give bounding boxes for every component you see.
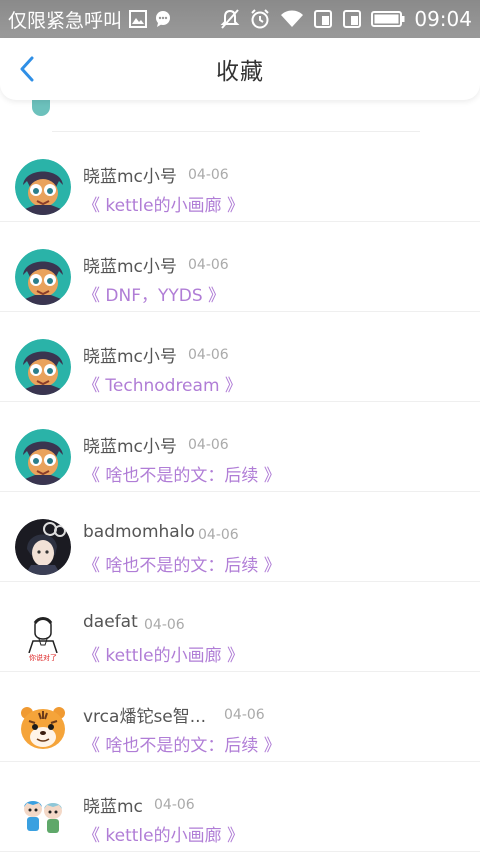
item-date: 04-06 <box>198 527 239 543</box>
list-item[interactable]: vrca燔铊se智... 04-06 《 啥也不是的文：后续 》 <box>0 672 480 762</box>
user-name[interactable]: 晓蓝mc小号 <box>83 252 177 277</box>
avatar[interactable] <box>15 699 71 755</box>
item-date: 04-06 <box>144 617 185 633</box>
battery-icon <box>371 10 405 28</box>
avatar[interactable] <box>15 519 71 575</box>
list-item[interactable]: 晓蓝mc 04-06 《 kettle的小画廊 》 <box>0 762 480 852</box>
collection-link[interactable]: 《 啥也不是的文：后续 》 <box>83 551 281 576</box>
item-date: 04-06 <box>188 347 229 363</box>
divider <box>0 851 480 852</box>
item-date: 04-06 <box>224 707 265 723</box>
user-name[interactable]: 晓蓝mc <box>83 792 143 817</box>
user-name[interactable]: 晓蓝mc小号 <box>83 432 177 457</box>
collection-link[interactable]: 《 kettle的小画廊 》 <box>83 821 244 846</box>
list-item[interactable]: 晓蓝mc小号 04-06 《 啥也不是的文：后续 》 <box>0 402 480 492</box>
wifi-icon <box>280 9 304 29</box>
list-item[interactable]: 晓蓝mc小号 04-06 《 DNF，YYDS 》 <box>0 222 480 312</box>
partial-avatar <box>32 100 50 116</box>
list-item[interactable]: 你说对了 daefat 04-06 《 kettle的小画廊 》 <box>0 582 480 672</box>
list-item[interactable]: 晓蓝mc小号 04-06 《 kettle的小画廊 》 <box>0 132 480 222</box>
avatar[interactable] <box>15 789 71 845</box>
header: 收藏 <box>0 38 480 100</box>
collection-link[interactable]: 《 kettle的小画廊 》 <box>83 641 244 666</box>
partial-list-item <box>0 100 480 132</box>
sim1-icon <box>313 9 333 29</box>
collection-link[interactable]: 《 啥也不是的文：后续 》 <box>83 731 281 756</box>
chevron-left-icon <box>20 56 34 82</box>
user-name[interactable]: 晓蓝mc小号 <box>83 342 177 367</box>
back-button[interactable] <box>12 54 42 84</box>
mute-icon <box>220 8 240 30</box>
avatar[interactable] <box>15 249 71 305</box>
avatar[interactable]: 你说对了 <box>15 609 71 665</box>
item-date: 04-06 <box>154 797 195 813</box>
alarm-icon <box>249 8 271 30</box>
status-bar: 仅限紧急呼叫 09:04 <box>0 0 480 38</box>
svg-text:你说对了: 你说对了 <box>29 653 57 662</box>
avatar[interactable] <box>15 429 71 485</box>
user-name[interactable]: badmomhalo <box>83 522 195 542</box>
collection-link[interactable]: 《 kettle的小画廊 》 <box>83 191 244 216</box>
list-item[interactable]: 晓蓝mc小号 04-06 《 Technodream 》 <box>0 312 480 402</box>
favorites-list[interactable]: 晓蓝mc小号 04-06 《 kettle的小画廊 》 晓蓝mc小号 04-06… <box>0 100 480 854</box>
image-icon <box>128 9 148 29</box>
user-name[interactable]: daefat <box>83 612 138 632</box>
page-title: 收藏 <box>216 59 264 85</box>
user-name[interactable]: vrca燔铊se智... <box>83 702 206 727</box>
avatar[interactable] <box>15 339 71 395</box>
item-date: 04-06 <box>188 257 229 273</box>
collection-link[interactable]: 《 DNF，YYDS 》 <box>83 281 225 306</box>
chat-icon <box>154 9 174 29</box>
user-name[interactable]: 晓蓝mc小号 <box>83 162 177 187</box>
item-date: 04-06 <box>188 437 229 453</box>
collection-link[interactable]: 《 Technodream 》 <box>83 371 242 396</box>
list-item[interactable]: badmomhalo 04-06 《 啥也不是的文：后续 》 <box>0 492 480 582</box>
item-date: 04-06 <box>188 167 229 183</box>
status-time: 09:04 <box>414 7 472 31</box>
collection-link[interactable]: 《 啥也不是的文：后续 》 <box>83 461 281 486</box>
sim2-icon <box>342 9 362 29</box>
status-left-text: 仅限紧急呼叫 <box>8 9 123 32</box>
avatar[interactable] <box>15 159 71 215</box>
